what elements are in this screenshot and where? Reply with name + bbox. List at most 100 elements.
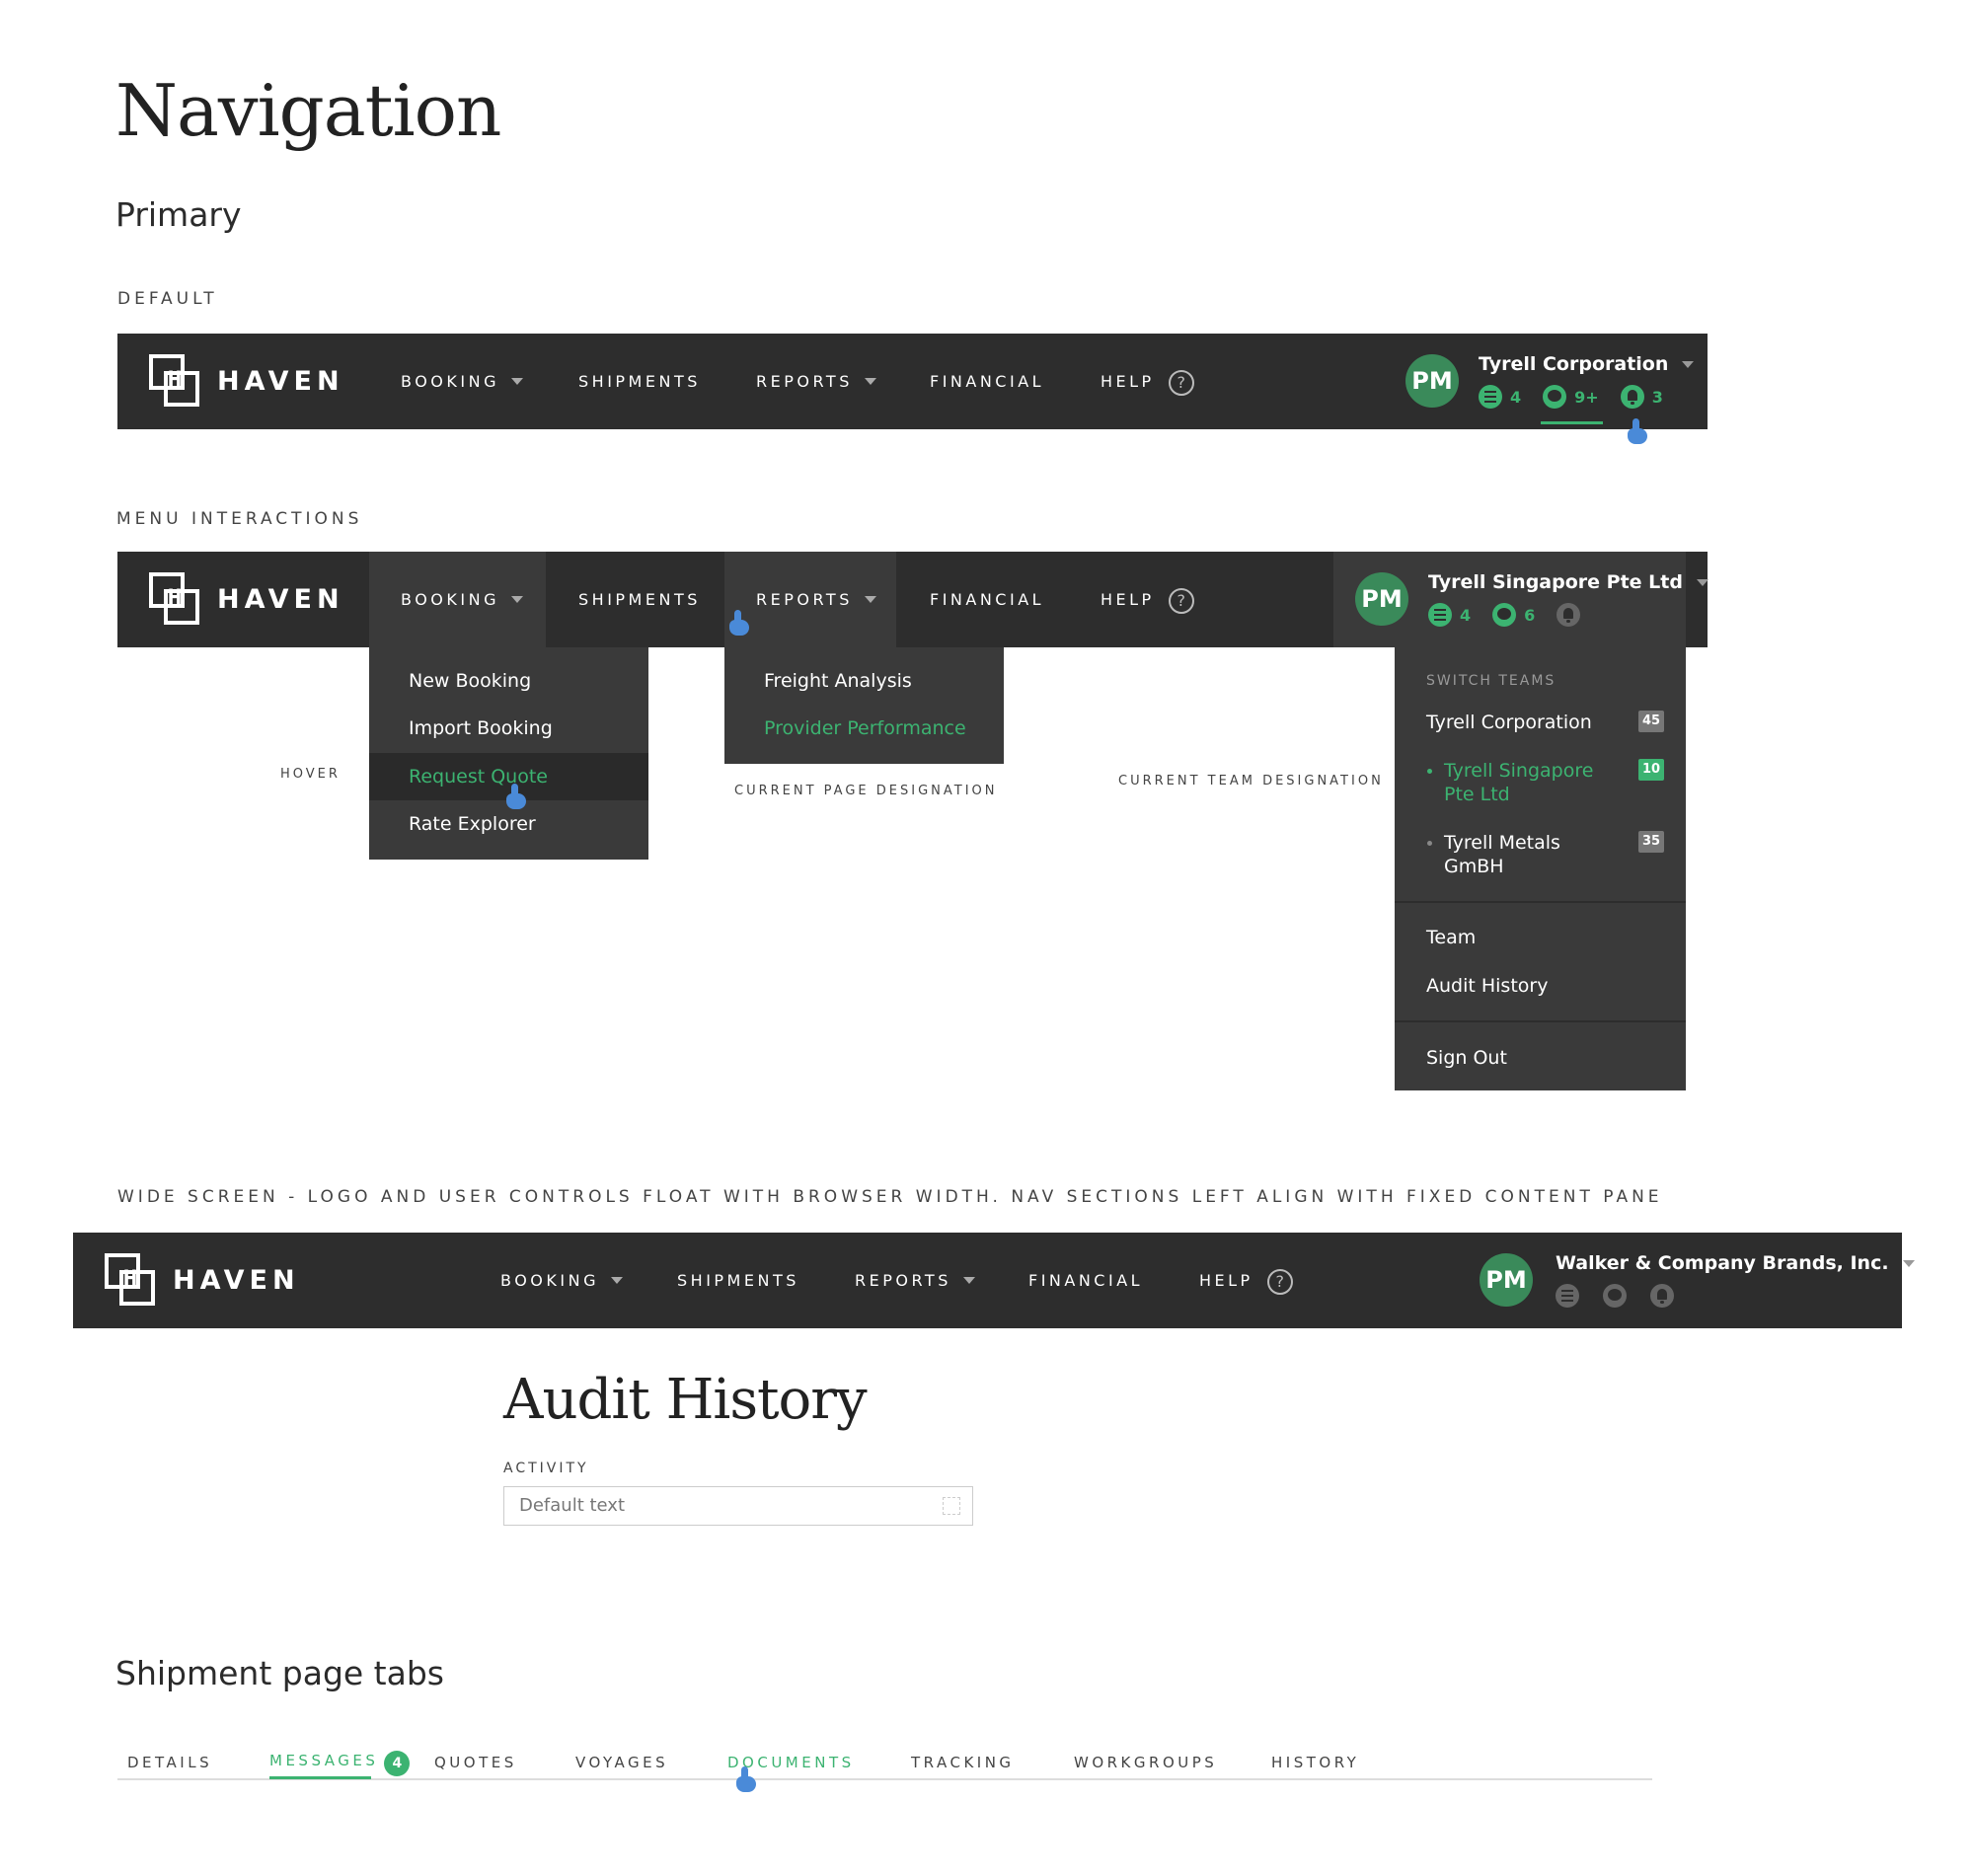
tab-quotes[interactable]: QUOTES	[434, 1754, 517, 1771]
nav-booking[interactable]: BOOKING	[401, 334, 523, 429]
company-switcher[interactable]: Tyrell Corporation	[1479, 353, 1695, 375]
nav-financial[interactable]: FINANCIAL	[930, 552, 1044, 647]
divider	[1395, 901, 1686, 903]
company-switcher[interactable]: Tyrell Singapore Pte Ltd	[1428, 571, 1708, 593]
tasks-badge[interactable]: 4	[1428, 603, 1471, 627]
booking-menu: New Booking Import Booking Request Quote…	[369, 647, 648, 860]
activity-label: ACTIVITY	[503, 1461, 589, 1476]
active-tab-indicator	[269, 1776, 371, 1779]
nav-shipments[interactable]: SHIPMENTS	[578, 334, 701, 429]
company-switcher[interactable]: Walker & Company Brands, Inc.	[1556, 1252, 1915, 1274]
messages-count-badge: 4	[384, 1751, 411, 1776]
messages-badge[interactable]: 6	[1492, 603, 1535, 627]
chat-icon	[1603, 1284, 1627, 1308]
tab-history[interactable]: HISTORY	[1271, 1754, 1359, 1771]
nav-help[interactable]: HELP?	[1101, 552, 1194, 647]
chat-icon	[1543, 385, 1567, 409]
resize-icon	[943, 1497, 960, 1515]
page-title: Navigation	[115, 69, 501, 152]
avatar[interactable]: PM	[1355, 572, 1408, 626]
menu-item-provider-performance[interactable]: Provider Performance	[724, 705, 1004, 752]
nav-shipments[interactable]: SHIPMENTS	[578, 552, 701, 647]
list-icon	[1428, 603, 1452, 627]
tasks-badge[interactable]: 4	[1479, 385, 1521, 409]
nav-reports[interactable]: REPORTS	[855, 1233, 975, 1328]
menu-item-import-booking[interactable]: Import Booking	[369, 705, 648, 752]
avatar[interactable]: PM	[1405, 354, 1459, 408]
nav-help[interactable]: HELP?	[1101, 334, 1194, 429]
haven-logo[interactable]: H HAVEN	[149, 572, 344, 626]
team-count-badge: 10	[1638, 759, 1664, 781]
list-icon	[1556, 1284, 1579, 1308]
tab-voyages[interactable]: VOYAGES	[575, 1754, 668, 1771]
haven-logo[interactable]: H HAVEN	[149, 354, 344, 408]
section-label-menu-interactions: MENU INTERACTIONS	[116, 509, 363, 529]
messages-badge[interactable]	[1603, 1284, 1627, 1308]
nav-financial[interactable]: FINANCIAL	[1028, 1233, 1143, 1328]
pointer-cursor-icon	[729, 610, 749, 636]
messages-badge[interactable]: 9+	[1541, 385, 1603, 424]
menu-item-sign-out[interactable]: Sign Out	[1395, 1046, 1686, 1070]
chevron-down-icon	[1696, 579, 1708, 586]
nav-reports[interactable]: REPORTS	[756, 334, 876, 429]
chevron-down-icon	[962, 1277, 975, 1284]
nav-financial[interactable]: FINANCIAL	[930, 334, 1044, 429]
nav-help[interactable]: HELP?	[1199, 1233, 1293, 1328]
nav-booking[interactable]: BOOKING	[500, 1233, 623, 1328]
reports-menu: Freight Analysis Provider Performance	[724, 647, 1004, 764]
menu-item-team[interactable]: Team	[1395, 926, 1686, 949]
primary-heading: Primary	[115, 195, 242, 234]
nav-shipments[interactable]: SHIPMENTS	[677, 1233, 799, 1328]
nav-booking[interactable]: BOOKING	[369, 552, 546, 647]
bell-icon	[1556, 603, 1581, 627]
tab-details[interactable]: DETAILS	[127, 1754, 212, 1771]
tab-tracking[interactable]: TRACKING	[911, 1754, 1015, 1771]
active-indicator	[1541, 421, 1603, 424]
team-item-tyrell-corporation[interactable]: Tyrell Corporation 45	[1395, 711, 1686, 734]
menu-item-freight-analysis[interactable]: Freight Analysis	[724, 657, 1004, 705]
tab-workgroups[interactable]: WORKGROUPS	[1074, 1754, 1217, 1771]
primary-nav-wide: H HAVEN BOOKING SHIPMENTS REPORTS FINANC…	[73, 1233, 1915, 1328]
tasks-badge[interactable]	[1556, 1284, 1579, 1308]
chevron-down-icon	[510, 596, 523, 603]
alerts-badge[interactable]	[1650, 1284, 1674, 1308]
team-menu: SWITCH TEAMS Tyrell Corporation 45 Tyrel…	[1395, 647, 1686, 1090]
chevron-down-icon	[610, 1277, 623, 1284]
section-label-wide-screen: WIDE SCREEN - LOGO AND USER CONTROLS FLO…	[117, 1187, 1663, 1207]
shipment-tabs-heading: Shipment page tabs	[115, 1654, 444, 1692]
alerts-badge[interactable]	[1556, 603, 1581, 627]
annotation-current-team: CURRENT TEAM DESIGNATION	[1118, 774, 1384, 788]
annotation-hover: HOVER	[280, 767, 341, 782]
chevron-down-icon	[864, 378, 876, 385]
section-label-default: DEFAULT	[117, 289, 218, 309]
haven-logo-icon: H	[149, 354, 200, 408]
tab-messages[interactable]: MESSAGES 4	[269, 1751, 411, 1776]
chevron-down-icon	[1902, 1260, 1915, 1267]
team-item-tyrell-metals[interactable]: Tyrell Metals GmBH 35	[1395, 831, 1686, 878]
nav-reports[interactable]: REPORTS	[724, 552, 896, 647]
bell-icon	[1650, 1284, 1674, 1308]
help-icon: ?	[1168, 369, 1194, 396]
brand-name: HAVEN	[217, 583, 344, 615]
haven-logo-icon: H	[149, 572, 200, 626]
chevron-down-icon	[1682, 361, 1695, 368]
menu-item-new-booking[interactable]: New Booking	[369, 657, 648, 705]
list-icon	[1479, 385, 1502, 409]
team-item-tyrell-singapore[interactable]: Tyrell Singapore Pte Ltd 10	[1395, 759, 1686, 806]
bell-icon	[1620, 385, 1644, 409]
activity-field[interactable]: Default text	[503, 1486, 973, 1526]
chat-icon	[1492, 603, 1517, 627]
pointer-cursor-icon	[1628, 418, 1647, 444]
audit-history-title: Audit History	[503, 1368, 868, 1432]
menu-item-audit-history[interactable]: Audit History	[1395, 974, 1686, 998]
user-controls: PM Tyrell Corporation 4 9+ 3	[1405, 334, 1708, 429]
team-count-badge: 45	[1638, 711, 1664, 732]
user-controls: PM Walker & Company Brands, Inc.	[1480, 1233, 1915, 1328]
help-icon: ?	[1168, 587, 1194, 614]
alerts-badge[interactable]: 3	[1620, 385, 1663, 409]
pointer-cursor-icon	[736, 1766, 756, 1792]
haven-logo-icon: H	[105, 1253, 156, 1307]
haven-logo[interactable]: H HAVEN	[105, 1253, 300, 1307]
avatar[interactable]: PM	[1480, 1253, 1533, 1307]
chevron-down-icon	[510, 378, 523, 385]
